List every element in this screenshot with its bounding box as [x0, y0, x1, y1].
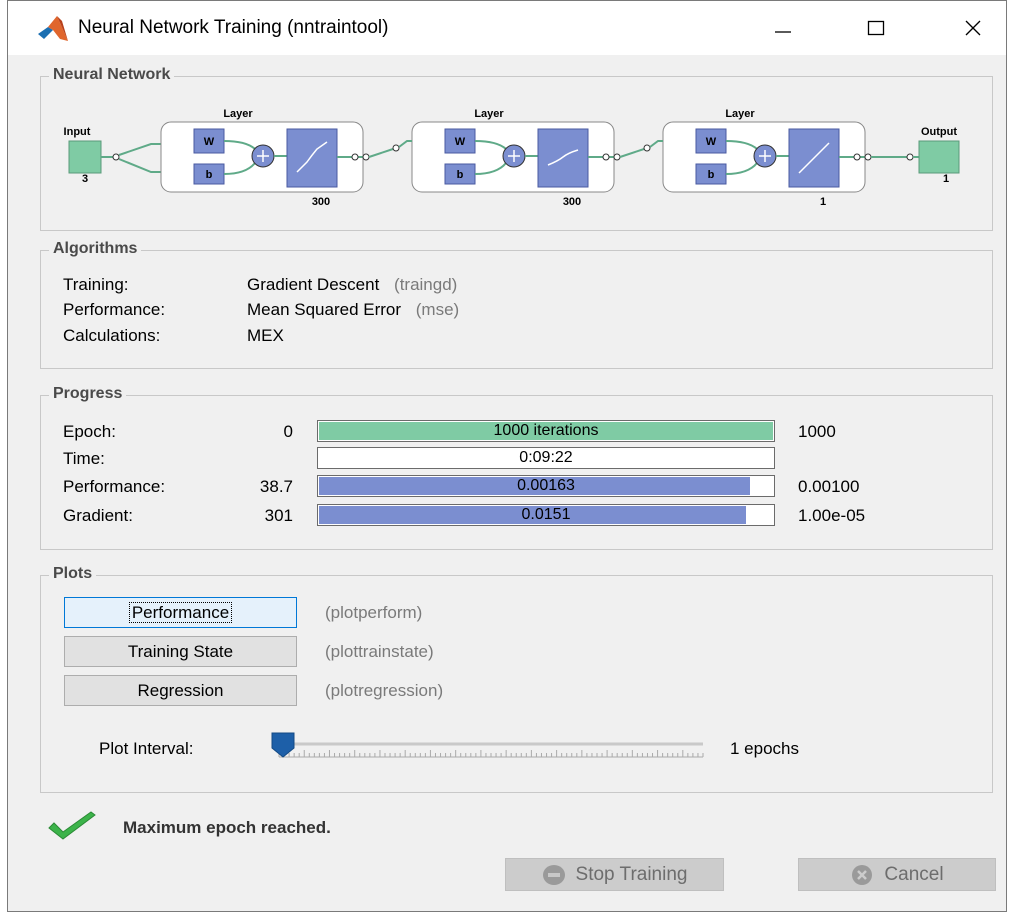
- plot-regression-code: (plotregression): [325, 681, 444, 700]
- input-label: Input: [64, 126, 91, 138]
- cancel-button[interactable]: Cancel: [798, 858, 996, 891]
- layer-3-size: 1: [820, 196, 826, 208]
- gradient-progress-text: 0.0151: [521, 506, 571, 523]
- algorithms-group-label: Algorithms: [49, 240, 142, 258]
- plot-interval-value: 1 epochs: [730, 739, 799, 758]
- layer-2-size: 300: [563, 196, 581, 208]
- plot-training-state-code: (plottrainstate): [325, 642, 434, 661]
- epoch-progress-text: 1000 iterations: [493, 422, 599, 439]
- progress-group: Progress Epoch: 0 1000 iterations 1000 T…: [40, 385, 993, 550]
- svg-text:b: b: [206, 169, 213, 181]
- algo-performance-value: Mean Squared Error: [247, 300, 402, 319]
- algo-calculations-value: MEX: [247, 326, 284, 345]
- algo-training-code: (traingd): [394, 275, 458, 294]
- minimize-icon: [775, 31, 791, 33]
- epoch-progress-bar: 1000 iterations: [317, 420, 775, 442]
- input-block: [68, 140, 102, 174]
- gradient-end: 1.00e-05: [798, 506, 866, 525]
- window-title: Neural Network Training (nntraintool): [78, 17, 389, 38]
- close-icon: [965, 20, 981, 36]
- plots-group: Plots Performance (plotperform) Training…: [40, 565, 993, 793]
- performance-progress-bar: 0.00163: [317, 475, 775, 497]
- algo-training-key: Training:: [63, 275, 129, 294]
- performance-progress-text: 0.00163: [517, 477, 575, 494]
- svg-text:W: W: [455, 136, 466, 148]
- algo-training-value: Gradient Descent: [247, 275, 380, 294]
- input-size: 3: [82, 173, 88, 185]
- algo-performance-key: Performance:: [63, 300, 166, 319]
- minimize-button[interactable]: [753, 1, 813, 55]
- slider-thumb[interactable]: [271, 732, 295, 758]
- performance-end: 0.00100: [798, 477, 860, 496]
- gradient-progress-bar: 0.0151: [317, 504, 775, 526]
- layer-2-transfer-block: [537, 128, 589, 188]
- svg-text:b: b: [457, 169, 464, 181]
- plot-interval-label: Plot Interval:: [99, 739, 194, 758]
- maximize-button[interactable]: [846, 1, 906, 55]
- performance-start: 38.7: [259, 477, 293, 496]
- layer-1-size: 300: [312, 196, 330, 208]
- layer-3-label: Layer: [725, 108, 755, 120]
- cancel-icon: [852, 864, 873, 885]
- plots-group-label: Plots: [49, 565, 97, 583]
- layer-2-label: Layer: [474, 108, 504, 120]
- epoch-start: 0: [283, 422, 293, 441]
- performance-label: Performance:: [63, 477, 166, 496]
- svg-text:b: b: [708, 169, 715, 181]
- algo-performance-code: (mse): [415, 300, 460, 319]
- output-block: [918, 140, 960, 174]
- close-button[interactable]: [943, 1, 1003, 55]
- plot-interval-slider[interactable]: [271, 730, 711, 770]
- time-progress-bar: 0:09:22: [317, 447, 775, 469]
- svg-text:W: W: [204, 136, 215, 148]
- maximize-icon: [867, 20, 885, 36]
- layer-1-transfer-block: [286, 128, 338, 188]
- output-label: Output: [921, 126, 957, 138]
- gradient-start: 301: [264, 506, 293, 525]
- status-message: Maximum epoch reached.: [123, 818, 331, 837]
- checkmark-icon: [48, 811, 96, 840]
- plot-performance-button[interactable]: Performance: [64, 597, 297, 628]
- epoch-label: Epoch:: [63, 422, 116, 441]
- time-label: Time:: [63, 449, 105, 468]
- algo-calculations-key: Calculations:: [63, 326, 161, 345]
- neural-network-group: Neural Network Input 3 Layer W b 300 Lay…: [40, 66, 993, 231]
- network-diagram: Input 3 Layer W b 300 Layer W b 300 Laye…: [64, 108, 960, 208]
- output-size: 1: [943, 173, 949, 185]
- time-progress-text: 0:09:22: [519, 449, 573, 466]
- svg-text:W: W: [706, 136, 717, 148]
- progress-group-label: Progress: [49, 385, 127, 403]
- nntraintool-window: Neural Network Training (nntraintool) Ne…: [7, 0, 1007, 912]
- matlab-logo-icon: [38, 16, 68, 41]
- stop-training-button[interactable]: Stop Training: [505, 858, 724, 891]
- plot-regression-button[interactable]: Regression: [64, 675, 297, 706]
- plot-performance-code: (plotperform): [325, 603, 423, 622]
- title-bar: Neural Network Training (nntraintool): [8, 1, 1006, 55]
- stop-icon: [542, 864, 565, 885]
- algorithms-group: Algorithms Training: Gradient Descent (t…: [40, 240, 993, 369]
- plot-training-state-button[interactable]: Training State: [64, 636, 297, 667]
- gradient-label: Gradient:: [63, 506, 133, 525]
- epoch-end: 1000: [798, 422, 836, 441]
- layer-1-label: Layer: [223, 108, 253, 120]
